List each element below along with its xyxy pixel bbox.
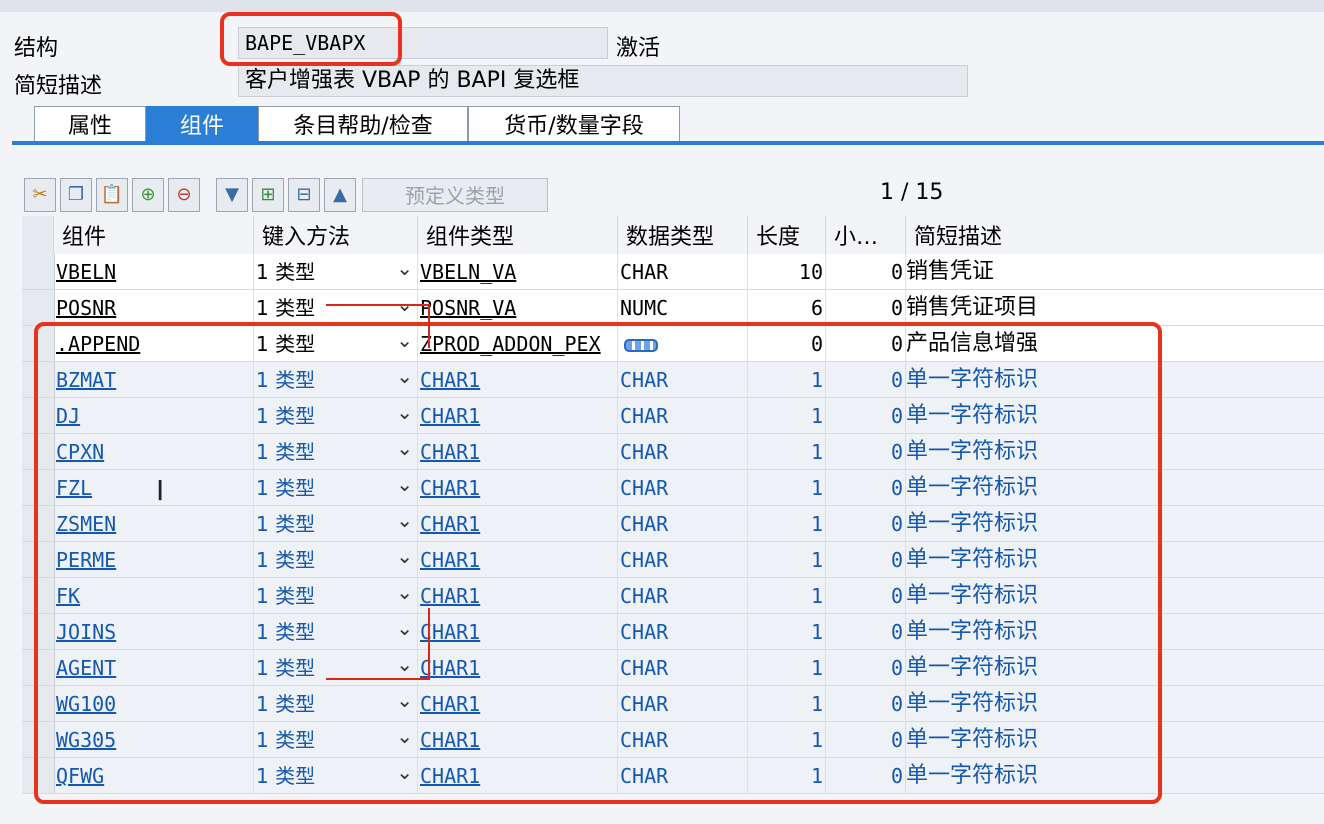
chevron-down-icon[interactable]: ⌄ <box>396 254 413 286</box>
cell-decimals-text: 0 <box>890 296 903 320</box>
cell-decimals: 0 <box>826 290 906 325</box>
tab-attributes[interactable]: 属性 <box>34 106 146 142</box>
insert-below-icon[interactable]: ⊞ <box>252 178 284 212</box>
cell-component[interactable]: POSNR <box>54 290 254 325</box>
select-all-header[interactable] <box>22 216 54 254</box>
delete-row-icon[interactable]: ⊖ <box>168 178 200 212</box>
col-typing-method[interactable]: 键入方法 <box>254 216 418 254</box>
cell-component-type-text: VBELN_VA <box>420 260 517 284</box>
cell-short-desc: 销售凭证项目 <box>906 290 1324 325</box>
tab-currency-quantity-fields[interactable]: 货币/数量字段 <box>468 106 680 142</box>
status-label: 激活 <box>616 36 661 61</box>
short-desc-field[interactable]: 客户增强表 VBAP 的 BAPI 复选框 <box>238 65 968 97</box>
cell-typing-method[interactable]: 1 类型 ⌄ <box>254 290 418 325</box>
highlight-structure-box <box>220 12 402 66</box>
cell-decimals-text: 0 <box>890 260 903 284</box>
cell-component-text: VBELN <box>56 260 117 284</box>
filter-down-icon[interactable]: ▼ <box>216 178 248 212</box>
copy-icon[interactable]: ❐ <box>60 178 92 212</box>
chevron-down-icon[interactable]: ⌄ <box>396 290 413 322</box>
annotation-line-top-vertical <box>428 304 430 348</box>
cell-component-type[interactable]: VBELN_VA <box>418 254 618 289</box>
cell-length: 6 <box>748 290 826 325</box>
annotation-line-top <box>326 304 430 306</box>
col-data-type[interactable]: 数据类型 <box>618 216 748 254</box>
col-component-type[interactable]: 组件类型 <box>418 216 618 254</box>
cell-data-type: CHAR <box>618 254 748 289</box>
pager: 1 / 15 <box>880 180 944 205</box>
cell-length-text: 6 <box>810 296 823 320</box>
cell-component-type-text: POSNR_VA <box>420 296 517 320</box>
cell-component-text: POSNR <box>56 296 117 320</box>
highlight-append-box <box>34 322 1162 804</box>
paste-icon[interactable]: 📋 <box>96 178 128 212</box>
col-decimals[interactable]: 小… <box>826 216 906 254</box>
text-cursor-icon: I <box>156 474 165 507</box>
short-desc-label: 简短描述 <box>14 74 103 99</box>
cell-short-desc: 销售凭证 <box>906 254 1324 289</box>
annotation-line-bottom <box>326 678 430 680</box>
cell-component[interactable]: VBELN <box>54 254 254 289</box>
cell-data-type-text: NUMC <box>620 296 669 320</box>
structure-label: 结构 <box>14 36 59 61</box>
append-icon[interactable]: ⊟ <box>288 178 320 212</box>
annotation-line-bottom-vertical <box>428 608 430 680</box>
col-component[interactable]: 组件 <box>54 216 254 254</box>
table-row[interactable]: VBELN 1 类型 ⌄ VBELN_VA CHAR 10 0 销售凭证 <box>22 254 1324 290</box>
tab-entry-help-check[interactable]: 条目帮助/检查 <box>258 106 468 142</box>
cell-data-type-text: CHAR <box>620 260 669 284</box>
col-short-desc[interactable]: 简短描述 <box>906 216 1324 254</box>
row-selector[interactable] <box>22 290 55 325</box>
row-selector[interactable] <box>22 254 55 289</box>
top-strip <box>0 0 1324 12</box>
col-length[interactable]: 长度 <box>748 216 826 254</box>
cell-typing-method-text: 1 类型 <box>256 296 316 320</box>
cell-data-type: NUMC <box>618 290 748 325</box>
tab-components[interactable]: 组件 <box>146 106 258 142</box>
cut-icon[interactable]: ✂ <box>24 178 56 212</box>
cell-length: 10 <box>748 254 826 289</box>
table-row[interactable]: POSNR 1 类型 ⌄ POSNR_VA NUMC 6 0 销售凭证项目 <box>22 290 1324 326</box>
cell-short-desc-text: 销售凭证 <box>906 259 995 284</box>
cell-component-type[interactable]: POSNR_VA <box>418 290 618 325</box>
cell-typing-method-text: 1 类型 <box>256 260 316 284</box>
cell-decimals: 0 <box>826 254 906 289</box>
cell-short-desc-text: 销售凭证项目 <box>906 295 1039 320</box>
filter-up-icon[interactable]: ▲ <box>324 178 356 212</box>
insert-row-icon[interactable]: ⊕ <box>132 178 164 212</box>
predefined-type-button[interactable]: 预定义类型 <box>362 178 548 212</box>
cell-typing-method[interactable]: 1 类型 ⌄ <box>254 254 418 289</box>
cell-length-text: 10 <box>798 260 823 284</box>
